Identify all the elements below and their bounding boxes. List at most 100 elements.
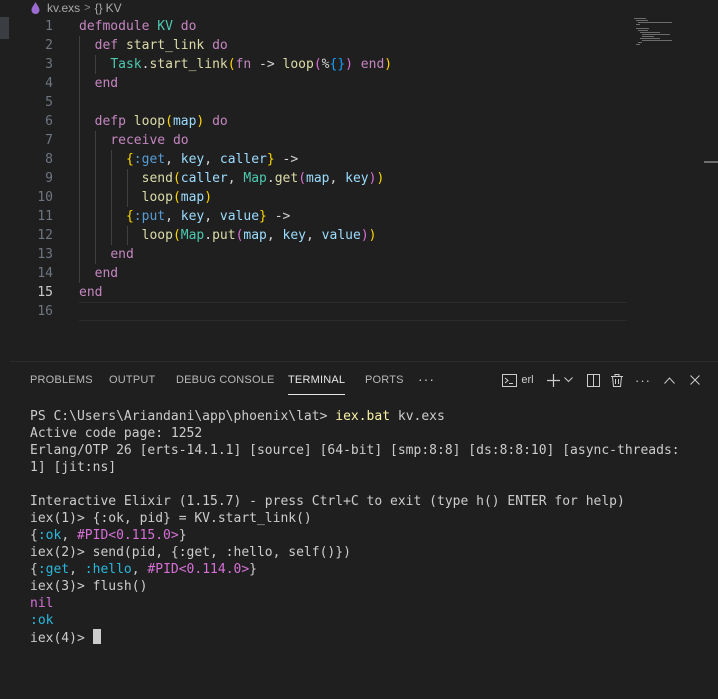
code-token: . [204, 228, 213, 243]
code-token: loop [141, 228, 173, 243]
code-token: caller [219, 152, 267, 167]
terminal-text: { [30, 528, 38, 543]
code-line[interactable]: 3 Task.start_link(fn -> loop(%{}) end) [10, 55, 630, 74]
chevron-down-icon [564, 377, 573, 383]
terminal-profile-button[interactable]: erl [500, 370, 536, 390]
code-line[interactable]: 13 end [10, 245, 630, 264]
plus-icon [547, 373, 560, 387]
line-number: 7 [45, 133, 53, 148]
code-line[interactable]: 8 {:get, key, caller} -> [10, 150, 630, 169]
code-token: , [204, 152, 220, 167]
terminal-text: iex.bat [335, 409, 391, 424]
line-number: 3 [45, 57, 53, 72]
terminal-line: Active code page: 1252 [30, 425, 710, 442]
code-text: {:get, key, caller} -> [79, 150, 298, 169]
terminal-output[interactable]: PS C:\Users\Ariandani\app\phoenix\lat> i… [30, 408, 710, 646]
breadcrumb-symbol[interactable]: KV [106, 1, 122, 15]
code-token: start_link [125, 38, 213, 53]
kill-terminal-button[interactable] [608, 370, 626, 390]
split-terminal-button[interactable] [584, 370, 602, 390]
terminal-text: :get [37, 562, 70, 577]
terminal-text: nil [30, 596, 54, 611]
panel-tabs: PROBLEMS OUTPUT DEBUG CONSOLE TERMINAL P… [10, 362, 718, 398]
line-number: 15 [37, 285, 53, 300]
code-line[interactable]: 5 [10, 93, 630, 112]
new-terminal-button[interactable] [542, 370, 578, 390]
terminal-line: nil [30, 595, 710, 612]
code-line[interactable]: 12 loop(Map.put(map, key, value)) [10, 226, 630, 245]
line-number: 1 [45, 19, 53, 34]
breadcrumb-file[interactable]: kv.exs [47, 1, 80, 15]
terminal-text: kv.exs [390, 409, 445, 424]
terminal-line: {:get, :hello, #PID<0.114.0>} [30, 561, 710, 578]
line-number: 6 [45, 114, 53, 129]
more-tabs-icon[interactable]: ··· [418, 371, 435, 387]
trash-icon [611, 373, 623, 387]
code-token: -> [274, 152, 299, 167]
code-token: ) [376, 171, 385, 186]
code-line[interactable]: 10 loop(map) [10, 188, 630, 207]
code-text: end [79, 264, 118, 283]
line-number: 4 [45, 76, 53, 91]
code-token: fn [235, 57, 260, 72]
code-line[interactable]: 7 receive do [10, 131, 630, 150]
terminal-line: iex(3)> flush() [30, 578, 710, 595]
code-token: ) [360, 228, 369, 243]
code-token: :put [133, 209, 166, 224]
code-token: ( [298, 171, 307, 186]
terminal-line: Erlang/OTP 26 [erts-14.1.1] [source] [64… [30, 442, 710, 459]
tab-debug-console[interactable]: DEBUG CONSOLE [176, 374, 275, 386]
code-line[interactable]: 6 defp loop(map) do [10, 112, 630, 131]
more-actions-icon[interactable]: ··· [634, 370, 652, 390]
tab-ports[interactable]: PORTS [365, 374, 404, 386]
scrollbar-marker[interactable] [704, 161, 718, 163]
code-token: loop [133, 114, 166, 129]
tab-output[interactable]: OUTPUT [109, 374, 155, 386]
code-token: receive [110, 133, 173, 148]
code-line[interactable]: 4 end [10, 74, 630, 93]
code-line[interactable]: 1 defmodule KV do [10, 17, 630, 36]
line-number: 11 [37, 209, 53, 224]
terminal-line: PS C:\Users\Ariandani\app\phoenix\lat> i… [30, 408, 710, 425]
code-line[interactable]: 9 send(caller, Map.get(map, key)) [10, 169, 630, 188]
code-editor[interactable]: 1 defmodule KV do 2 def start_link do 3 Tas… [10, 17, 718, 339]
close-panel-button[interactable] [686, 370, 704, 390]
terminal-text: , [69, 562, 85, 577]
minimap[interactable] [634, 17, 684, 47]
terminal-text: PS C:\Users\Ariandani\app\phoenix\lat> [30, 409, 336, 424]
code-token: value [321, 228, 361, 243]
code-line[interactable]: 16 [10, 302, 630, 321]
code-line[interactable]: 2 def start_link do [10, 36, 630, 55]
code-line[interactable]: 11 {:put, key, value} -> [10, 207, 630, 226]
code-token: :get [133, 152, 166, 167]
line-number: 8 [45, 152, 53, 167]
tab-terminal[interactable]: TERMINAL [288, 374, 346, 395]
code-token: Map [180, 228, 205, 243]
code-token: ( [313, 57, 322, 72]
code-token: ( [172, 171, 181, 186]
code-token: value [219, 209, 260, 224]
code-token: } [266, 152, 275, 167]
code-token: defmodule [79, 19, 158, 34]
terminal-line: iex(2)> send(pid, {:get, :hello, self()}… [30, 544, 710, 561]
maximize-panel-button[interactable] [660, 370, 678, 390]
code-token: do [180, 19, 197, 34]
tab-problems[interactable]: PROBLEMS [30, 374, 93, 386]
terminal-icon [502, 373, 518, 387]
code-token: do [172, 133, 189, 148]
code-line[interactable]: 15 end [10, 283, 630, 302]
code-line[interactable]: 14 end [10, 264, 630, 283]
terminal-text: :ok [37, 528, 62, 543]
code-token: start_link [149, 57, 228, 72]
terminal-text: Active code page: 1252 [30, 426, 203, 441]
terminal-cursor [92, 629, 101, 644]
code-token: ( [227, 57, 236, 72]
line-number: 9 [45, 171, 53, 186]
terminal-text: iex(2)> send(pid, {:get, :hello, self()}… [30, 545, 351, 560]
